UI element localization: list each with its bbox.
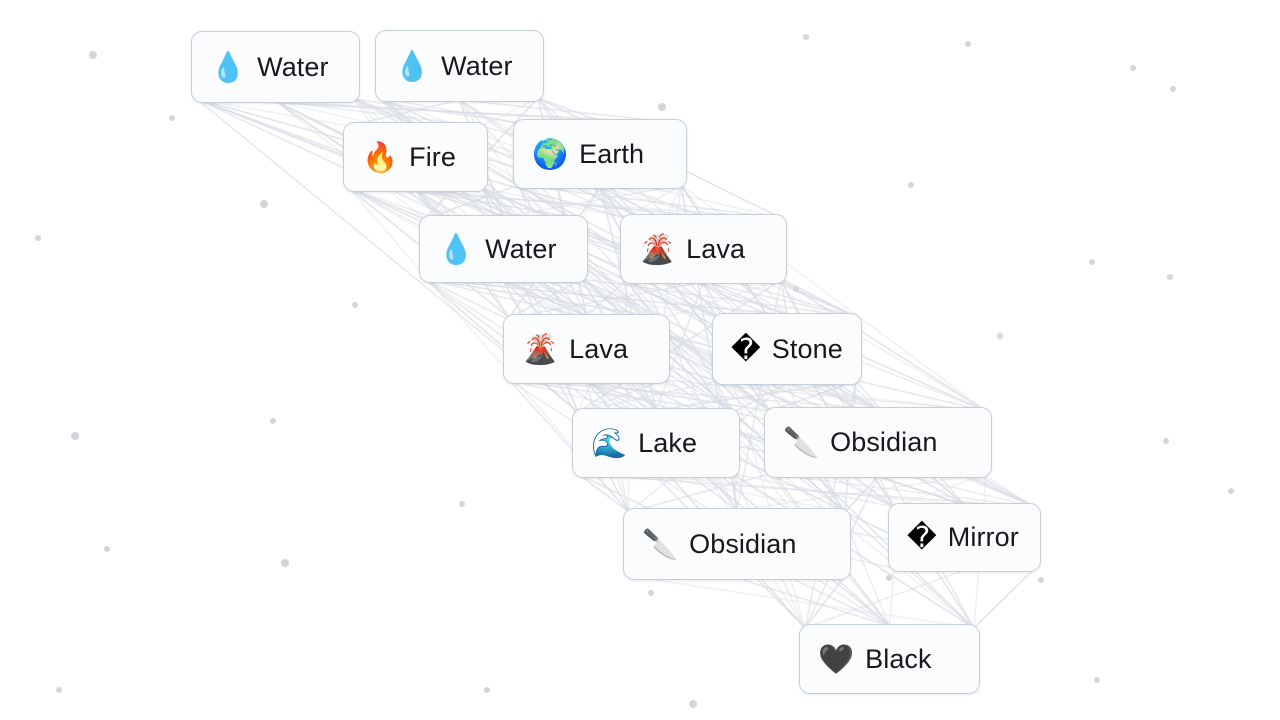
node-label: Obsidian (689, 528, 797, 559)
water-drop-icon: 💧 (394, 48, 431, 83)
node-label: Lake (638, 427, 698, 458)
graph-node-water-3[interactable]: 💧 Water (419, 215, 588, 283)
volcano-icon: 🌋 (522, 331, 559, 366)
crafting-graph-canvas[interactable]: 💧 Water 💧 Water 🔥 Fire 🌍 Earth 💧 Water 🌋 Lava 🌋 Lava �… (0, 0, 1280, 720)
fire-icon: 🔥 (362, 139, 399, 174)
graph-node-stone-1[interactable]: � Stone (712, 313, 862, 385)
mirror-icon: � (907, 520, 937, 554)
node-label: Water (441, 50, 513, 81)
node-label: Black (865, 643, 932, 674)
graph-node-obsidian-1[interactable]: 🔪 Obsidian (764, 407, 992, 478)
water-drop-icon: 💧 (438, 231, 475, 266)
graph-node-obsidian-2[interactable]: 🔪 Obsidian (623, 508, 851, 580)
node-layer[interactable]: 💧 Water 💧 Water 🔥 Fire 🌍 Earth 💧 Water 🌋 Lava 🌋 Lava �… (0, 0, 1280, 720)
graph-node-water-1[interactable]: 💧 Water (191, 31, 360, 103)
rock-icon: � (731, 331, 761, 366)
water-drop-icon: 💧 (210, 49, 247, 84)
node-label: Stone (771, 333, 843, 364)
node-label: Mirror (947, 522, 1019, 552)
graph-node-mirror-1[interactable]: � Mirror (888, 503, 1041, 572)
graph-node-earth-1[interactable]: 🌍 Earth (513, 119, 687, 189)
volcano-icon: 🌋 (639, 231, 676, 266)
graph-node-lake-1[interactable]: 🌊 Lake (572, 408, 740, 478)
graph-node-lava-1[interactable]: 🌋 Lava (620, 214, 787, 284)
graph-node-fire-1[interactable]: 🔥 Fire (343, 122, 488, 192)
black-heart-icon: 🖤 (818, 641, 855, 676)
wave-icon: 🌊 (591, 425, 628, 460)
node-label: Lava (569, 333, 629, 364)
graph-node-lava-2[interactable]: 🌋 Lava (503, 314, 670, 384)
node-label: Lava (686, 233, 746, 264)
node-label: Obsidian (830, 427, 938, 457)
node-label: Earth (579, 138, 645, 169)
earth-globe-icon: 🌍 (532, 136, 569, 171)
graph-node-water-2[interactable]: 💧 Water (375, 30, 544, 102)
knife-icon: 🔪 (642, 526, 679, 561)
node-label: Water (485, 233, 557, 264)
knife-icon: 🔪 (783, 425, 820, 459)
graph-node-black-1[interactable]: 🖤 Black (799, 624, 980, 694)
node-label: Water (257, 51, 329, 82)
node-label: Fire (409, 141, 457, 172)
